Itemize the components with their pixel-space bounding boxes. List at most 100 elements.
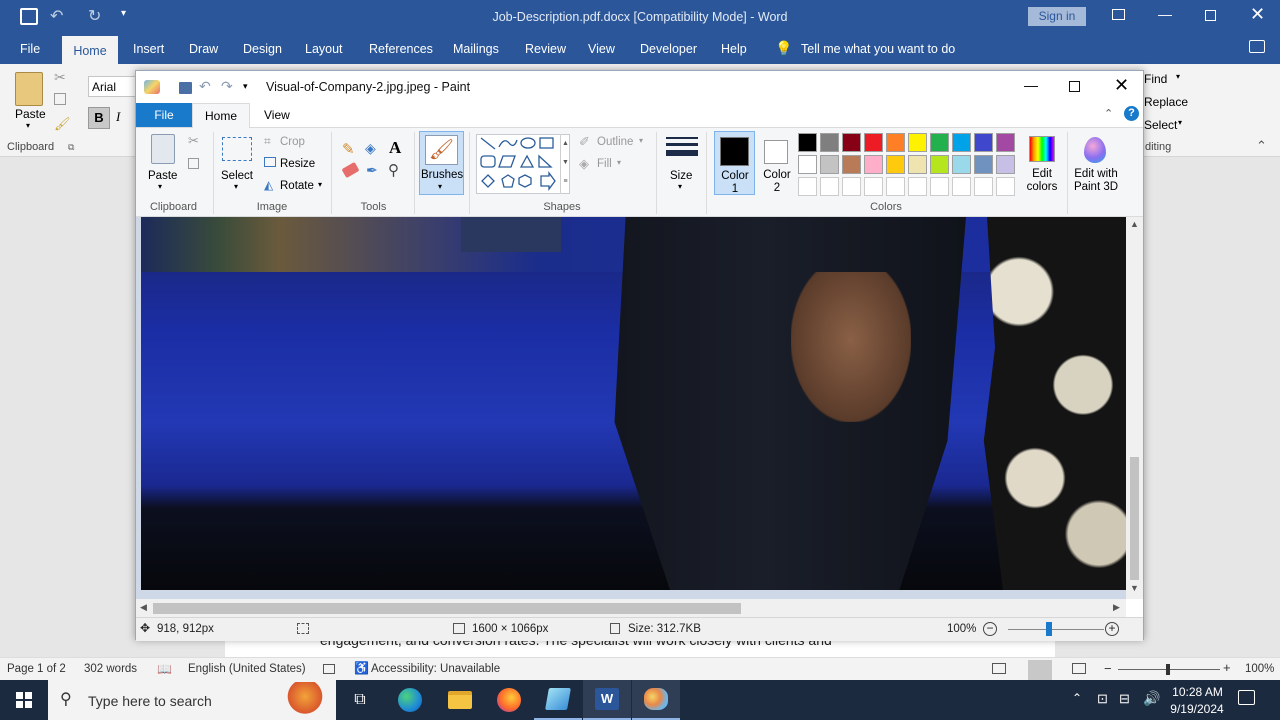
fill-icon[interactable]: ◈ — [579, 156, 589, 172]
italic-button[interactable]: I — [116, 109, 120, 125]
palette-swatch-empty[interactable] — [864, 177, 883, 196]
paste-icon[interactable] — [15, 72, 43, 106]
print-layout-icon[interactable] — [1028, 660, 1052, 680]
select-button[interactable]: Select — [221, 170, 253, 182]
paint-taskbar-icon[interactable] — [632, 680, 680, 720]
macro-icon[interactable] — [323, 664, 335, 674]
edit-colors-button[interactable]: Edit colors — [1021, 133, 1063, 197]
text-tool-icon[interactable]: A — [389, 138, 401, 158]
select-icon[interactable] — [222, 137, 252, 161]
scroll-thumb-horizontal[interactable] — [153, 603, 741, 614]
tell-me-search[interactable]: Tell me what you want to do — [801, 42, 955, 56]
tab-developer[interactable]: Developer — [632, 34, 705, 64]
dialog-launcher-icon[interactable]: ⧉ — [68, 142, 74, 153]
paste-button[interactable]: Paste — [148, 170, 177, 182]
minimize-icon[interactable]: — — [1024, 77, 1038, 93]
palette-swatch[interactable] — [996, 155, 1015, 174]
palette-swatch-empty[interactable] — [930, 177, 949, 196]
collapse-ribbon-icon[interactable]: ⌃ — [1104, 107, 1113, 120]
tab-design[interactable]: Design — [235, 34, 290, 64]
volume-icon[interactable]: 🔊 — [1143, 690, 1160, 707]
customize-qat-icon[interactable]: ▾ — [121, 8, 126, 19]
maximize-icon[interactable] — [1069, 81, 1080, 92]
file-explorer-icon[interactable] — [436, 680, 484, 720]
help-icon[interactable]: ? — [1124, 106, 1139, 121]
outline-button[interactable]: Outline — [597, 136, 633, 148]
zoom-slider-thumb[interactable] — [1166, 664, 1170, 675]
palette-swatch[interactable] — [842, 155, 861, 174]
palette-swatch[interactable] — [886, 155, 905, 174]
web-layout-icon[interactable] — [1072, 663, 1086, 674]
cut-icon[interactable]: ✂ — [188, 133, 199, 149]
word-count[interactable]: 302 words — [84, 663, 137, 675]
font-name-box[interactable]: Arial — [88, 76, 138, 97]
close-icon[interactable]: ✕ — [1250, 4, 1265, 25]
palette-swatch[interactable] — [886, 133, 905, 152]
outline-icon[interactable]: ✐ — [579, 134, 590, 150]
find-button[interactable]: Find — [1144, 72, 1167, 86]
firefox-icon[interactable] — [485, 680, 533, 720]
paint-tab-home[interactable]: Home — [192, 103, 250, 128]
save-icon[interactable] — [20, 8, 38, 25]
zoom-slider-thumb[interactable] — [1046, 622, 1052, 636]
resize-icon[interactable] — [264, 157, 276, 167]
accessibility-status[interactable]: Accessibility: Unavailable — [371, 663, 500, 675]
cut-icon[interactable]: ✂ — [54, 69, 66, 86]
palette-swatch-empty[interactable] — [974, 177, 993, 196]
minimize-icon[interactable]: — — [1158, 6, 1172, 22]
pencil-icon[interactable]: ✎ — [342, 140, 355, 158]
palette-swatch[interactable] — [864, 155, 883, 174]
language-indicator[interactable]: English (United States) — [188, 663, 306, 675]
palette-swatch-empty[interactable] — [842, 177, 861, 196]
restore-icon[interactable] — [1205, 10, 1216, 21]
palette-swatch[interactable] — [908, 133, 927, 152]
palette-swatch-empty[interactable] — [996, 177, 1015, 196]
palette-swatch[interactable] — [952, 155, 971, 174]
sign-in-button[interactable]: Sign in — [1028, 7, 1086, 26]
color-picker-icon[interactable]: ✒ — [366, 162, 378, 179]
copy-icon[interactable] — [188, 158, 199, 169]
zoom-slider[interactable] — [1008, 622, 1104, 636]
zoom-level[interactable]: 100% — [1245, 663, 1274, 675]
color1-button[interactable]: Color 1 — [714, 131, 755, 195]
scroll-up-arrow[interactable]: ▲ — [1130, 219, 1139, 229]
size-icon[interactable] — [666, 137, 698, 163]
palette-swatch[interactable] — [974, 133, 993, 152]
tab-help[interactable]: Help — [713, 34, 755, 64]
vertical-scrollbar[interactable]: ▲ ▼ — [1126, 217, 1143, 599]
crop-button[interactable]: Crop — [280, 136, 305, 148]
bold-button[interactable]: B — [88, 107, 110, 129]
palette-swatch[interactable] — [798, 133, 817, 152]
palette-swatch[interactable] — [820, 133, 839, 152]
tab-review[interactable]: Review — [517, 34, 574, 64]
clock-time[interactable]: 10:28 AM — [1170, 685, 1225, 699]
resize-button[interactable]: Resize — [280, 158, 315, 170]
tab-home[interactable]: Home — [62, 36, 118, 64]
zoom-in-icon[interactable]: + — [1223, 660, 1231, 675]
save-icon[interactable] — [179, 82, 192, 94]
crop-icon[interactable]: ⌗ — [264, 134, 271, 149]
palette-swatch[interactable] — [908, 155, 927, 174]
start-button[interactable] — [0, 680, 48, 720]
palette-swatch[interactable] — [952, 133, 971, 152]
zoom-in-icon[interactable]: + — [1105, 622, 1119, 636]
redo-icon[interactable]: ↻ — [88, 6, 101, 26]
notifications-icon[interactable] — [1238, 690, 1255, 705]
task-view-icon[interactable]: ⧉ — [336, 680, 384, 720]
clock-date[interactable]: 9/19/2024 — [1166, 702, 1228, 716]
palette-swatch[interactable] — [974, 155, 993, 174]
tab-references[interactable]: References — [361, 34, 441, 64]
proofing-icon[interactable]: 📖 — [157, 662, 172, 676]
tab-file[interactable]: File — [12, 34, 48, 64]
palette-swatch[interactable] — [930, 155, 949, 174]
palette-swatch[interactable] — [842, 133, 861, 152]
scroll-left-arrow[interactable]: ◀ — [140, 602, 147, 613]
customize-qat-icon[interactable]: ▾ — [243, 81, 248, 92]
paint-tab-file[interactable]: File — [136, 103, 192, 127]
palette-swatch-empty[interactable] — [886, 177, 905, 196]
palette-swatch[interactable] — [820, 155, 839, 174]
zoom-out-icon[interactable]: − — [1104, 661, 1112, 676]
size-button[interactable]: Size — [670, 170, 692, 182]
show-hidden-icons[interactable]: ⌃ — [1072, 691, 1082, 705]
palette-swatch[interactable] — [996, 133, 1015, 152]
